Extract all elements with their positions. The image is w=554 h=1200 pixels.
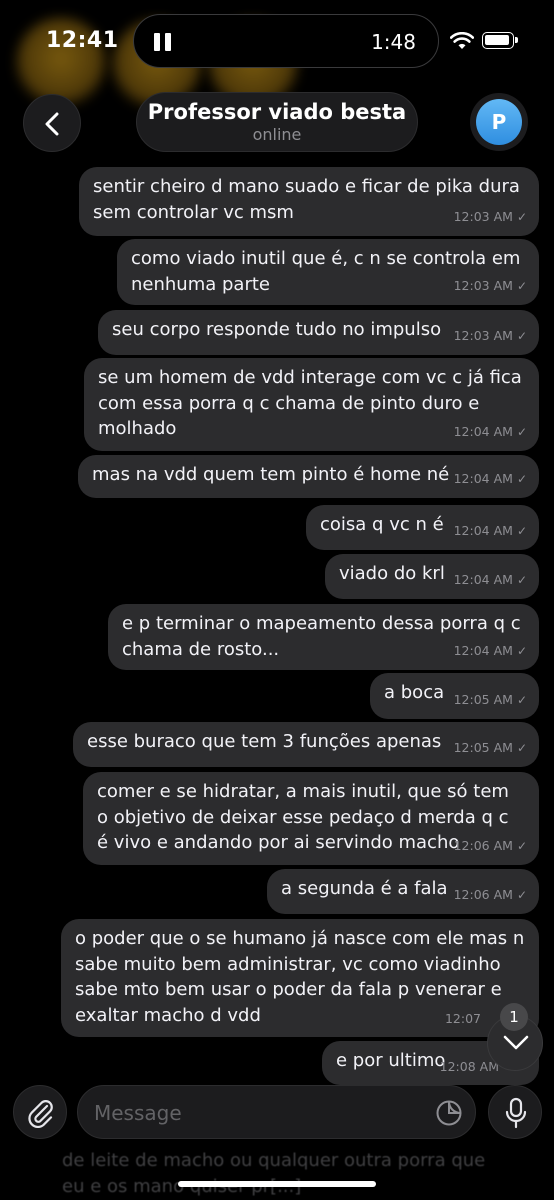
sent-check-icon: ✓ bbox=[516, 572, 527, 587]
pause-icon[interactable] bbox=[154, 33, 172, 51]
message-meta: 12:04 AM ✓ bbox=[454, 466, 527, 493]
attach-button[interactable] bbox=[13, 1085, 67, 1139]
message-meta: 12:04 AM ✓ bbox=[454, 567, 527, 594]
message-time: 12:03 AM bbox=[453, 327, 513, 343]
paperclip-icon bbox=[28, 1100, 53, 1128]
message-time: 12:05 AM bbox=[453, 739, 513, 755]
microphone-button[interactable] bbox=[488, 1085, 542, 1139]
sent-check-icon: ✓ bbox=[516, 209, 527, 224]
message-meta: 12:07 bbox=[445, 1006, 481, 1032]
chat-status: online bbox=[252, 125, 302, 144]
message-bubble[interactable]: e p terminar o mapeamento dessa porra q … bbox=[108, 604, 539, 670]
message-input[interactable] bbox=[92, 1098, 416, 1128]
sent-check-icon: ✓ bbox=[516, 887, 527, 902]
sent-check-icon: ✓ bbox=[516, 471, 527, 486]
message-input-container[interactable] bbox=[77, 1085, 476, 1139]
message-time: 12:07 bbox=[444, 1010, 481, 1026]
playback-time: 1:48 bbox=[371, 30, 416, 54]
message-bubble[interactable]: se um homem de vdd interage com vc c já … bbox=[84, 358, 539, 451]
message-time: 12:03 AM bbox=[453, 208, 513, 224]
message-bubble[interactable]: como viado inutil que é, c n se controla… bbox=[117, 239, 539, 305]
message-time: 12:04 AM bbox=[453, 642, 513, 658]
background-blurred-text: de leite de macho ou qualquer outra porr… bbox=[62, 1150, 486, 1197]
message-time: 12:03 AM bbox=[453, 277, 513, 293]
message-bubble[interactable]: viado do krl 12:04 AM ✓ bbox=[325, 554, 539, 599]
message-time: 12:06 AM bbox=[453, 837, 513, 853]
sent-check-icon: ✓ bbox=[516, 838, 527, 853]
message-bubble[interactable]: esse buraco que tem 3 funções apenas 12:… bbox=[73, 722, 539, 767]
wifi-icon bbox=[450, 32, 474, 49]
message-bubble[interactable]: sentir cheiro d mano suado e ficar de pi… bbox=[79, 167, 539, 236]
message-time: 12:04 AM bbox=[453, 522, 513, 538]
chevron-down-icon bbox=[503, 1035, 529, 1050]
avatar-letter: P bbox=[476, 99, 522, 145]
message-time: 12:05 AM bbox=[453, 691, 513, 707]
message-meta: 12:04 AM ✓ bbox=[454, 638, 527, 665]
message-bubble[interactable]: coisa q vc n é 12:04 AM ✓ bbox=[306, 505, 539, 550]
sent-check-icon: ✓ bbox=[516, 643, 527, 658]
sent-check-icon: ✓ bbox=[516, 692, 527, 707]
sticker-icon[interactable] bbox=[435, 1099, 463, 1127]
message-meta: 12:06 AM ✓ bbox=[454, 833, 527, 860]
sent-check-icon: ✓ bbox=[516, 328, 527, 343]
chat-title-pill[interactable]: Professor viado besta online bbox=[136, 92, 418, 152]
message-meta: 12:05 AM ✓ bbox=[454, 687, 527, 714]
status-bar-time: 12:41 bbox=[46, 28, 119, 53]
sent-check-icon: ✓ bbox=[516, 278, 527, 293]
message-meta: 12:06 AM ✓ bbox=[454, 882, 527, 909]
unread-badge: 1 bbox=[500, 1003, 528, 1031]
message-meta: 12:05 AM ✓ bbox=[454, 735, 527, 762]
message-meta: 12:03 AM ✓ bbox=[454, 204, 527, 231]
dynamic-island[interactable]: 1:48 bbox=[133, 14, 439, 68]
message-meta: 12:04 AM ✓ bbox=[454, 518, 527, 545]
message-bubble[interactable]: o poder que o se humano já nasce com ele… bbox=[61, 919, 539, 1037]
chevron-left-icon bbox=[45, 112, 59, 136]
message-time: 12:08 AM bbox=[439, 1058, 499, 1074]
sent-check-icon: ✓ bbox=[516, 523, 527, 538]
sent-check-icon: ✓ bbox=[516, 424, 527, 439]
message-meta: 12:04 AM ✓ bbox=[454, 419, 527, 446]
message-meta: 12:03 AM ✓ bbox=[454, 323, 527, 350]
message-bubble[interactable]: comer e se hidratar, a mais inutil, que … bbox=[83, 772, 539, 865]
back-button[interactable] bbox=[23, 94, 81, 152]
message-bubble[interactable]: a segunda é a fala 12:06 AM ✓ bbox=[267, 869, 539, 914]
message-time: 12:04 AM bbox=[453, 423, 513, 439]
sent-check-icon: ✓ bbox=[516, 740, 527, 755]
battery-icon bbox=[482, 32, 518, 49]
message-time: 12:04 AM bbox=[453, 470, 513, 486]
message-bubble[interactable]: a boca 12:05 AM ✓ bbox=[370, 673, 539, 719]
message-bubble[interactable]: mas na vdd quem tem pinto é home né 12:0… bbox=[78, 455, 539, 498]
home-indicator[interactable] bbox=[178, 1181, 376, 1187]
message-bubble[interactable]: seu corpo responde tudo no impulso 12:03… bbox=[98, 310, 539, 355]
avatar[interactable]: P bbox=[470, 93, 528, 151]
microphone-icon bbox=[505, 1097, 527, 1129]
chat-title: Professor viado besta bbox=[147, 100, 407, 124]
message-meta: 12:03 AM ✓ bbox=[454, 273, 527, 300]
message-time: 12:04 AM bbox=[453, 571, 513, 587]
message-time: 12:06 AM bbox=[453, 886, 513, 902]
